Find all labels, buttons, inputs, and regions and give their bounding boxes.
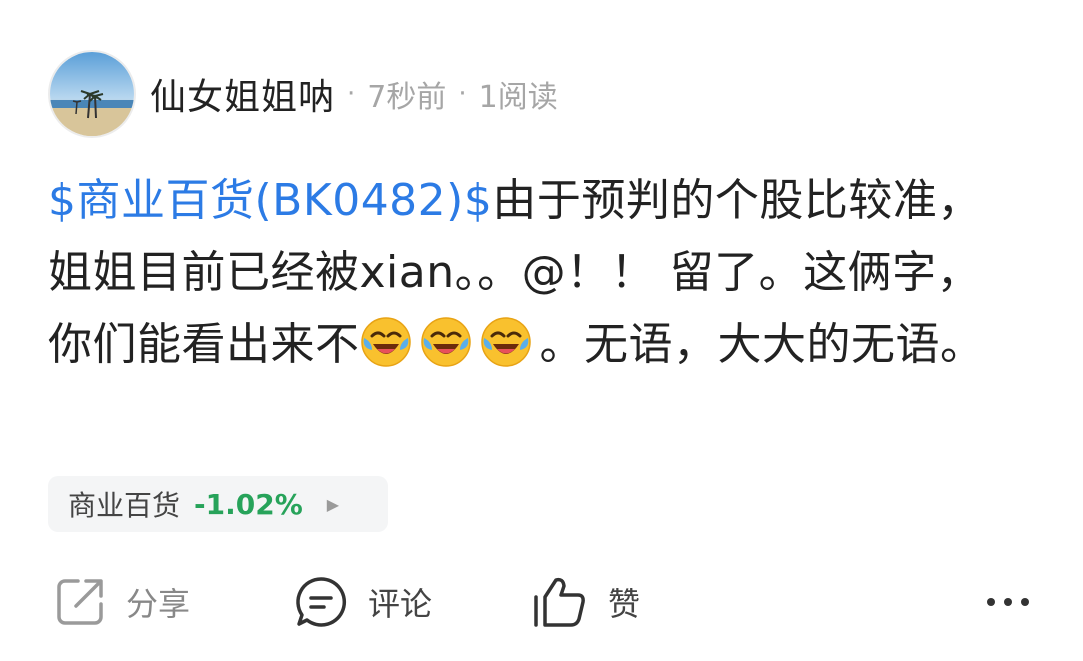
play-arrow-icon: ▶	[326, 494, 340, 514]
laughing-crying-emoji-icon	[480, 316, 532, 368]
share-button[interactable]: 分享	[54, 570, 190, 634]
separator-dot: ·	[347, 79, 356, 109]
comment-icon	[296, 577, 346, 627]
action-bar: 分享 评论 赞	[0, 570, 1083, 634]
more-dots-icon	[987, 598, 1029, 606]
laughing-crying-emoji-icon	[420, 316, 472, 368]
more-options-button[interactable]	[984, 570, 1032, 634]
separator-dot: ·	[458, 79, 467, 109]
post-text-end: 。无语，大大的无语。	[539, 319, 985, 370]
avatar[interactable]	[48, 50, 136, 138]
stock-chip-change: -1.02%	[194, 487, 303, 521]
share-icon	[57, 579, 103, 625]
author-name[interactable]: 仙女姐姐呐	[150, 68, 335, 120]
post-header: 仙女姐姐呐 · 7秒前 · 1阅读	[48, 50, 558, 138]
comment-button[interactable]: 评论	[294, 570, 432, 634]
beach-avatar-image	[50, 52, 134, 136]
post-content: $商业百货(BK0482)$由于预判的个股比较准，姐姐目前已经被xian。。@！…	[48, 165, 1008, 381]
post-meta: 仙女姐姐呐 · 7秒前 · 1阅读	[150, 68, 558, 120]
share-label: 分享	[126, 585, 191, 623]
stock-quote-chip[interactable]: 商业百货 -1.02% ▶	[48, 476, 388, 532]
read-count: 1阅读	[478, 80, 558, 115]
thumbs-up-icon	[534, 577, 585, 627]
stock-chip-name: 商业百货	[68, 489, 181, 522]
post-time: 7秒前	[367, 80, 447, 115]
like-button[interactable]: 赞	[532, 570, 640, 634]
laughing-crying-emoji-icon	[360, 316, 412, 368]
stock-tag-link[interactable]: $商业百货(BK0482)$	[48, 175, 492, 226]
like-label: 赞	[608, 585, 641, 623]
comment-label: 评论	[368, 585, 433, 623]
